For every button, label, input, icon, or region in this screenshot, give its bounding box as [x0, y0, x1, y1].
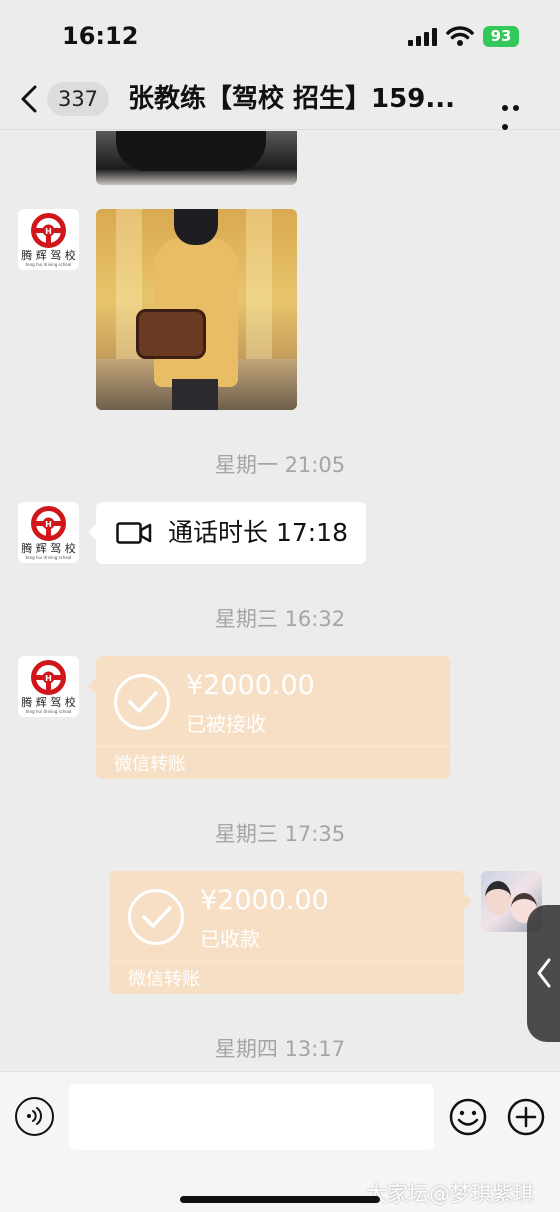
floating-edge-tab[interactable] [527, 905, 560, 1042]
chat-header: 337 张教练【驾校 招生】159... [0, 72, 560, 130]
wechat-transfer-bubble[interactable]: ¥2000.00 已被接收 微信转账 [88, 656, 450, 779]
transfer-amount: ¥2000.00 [200, 885, 329, 916]
video-camera-icon [116, 522, 152, 544]
chevron-left-icon [537, 958, 551, 988]
transfer-status: 已被接收 [186, 712, 266, 736]
svg-text:H: H [45, 520, 52, 529]
emoji-icon[interactable] [448, 1097, 488, 1137]
more-options-icon[interactable] [502, 96, 534, 130]
call-duration-text: 通话时长 17:18 [168, 518, 348, 547]
status-time: 16:12 [62, 22, 139, 50]
plus-icon[interactable] [506, 1097, 546, 1137]
wechat-transfer-bubble[interactable]: ¥2000.00 已收款 微信转账 [110, 871, 472, 994]
transfer-footer-label: 微信转账 [114, 754, 186, 775]
svg-text:H: H [45, 674, 52, 683]
divider [110, 961, 464, 962]
unread-count-badge[interactable]: 337 [47, 82, 109, 116]
transfer-footer-label: 微信转账 [128, 969, 200, 990]
cellular-signal-icon [408, 28, 437, 46]
contact-avatar[interactable]: H 腾 辉 驾 校 teng hui driving school [18, 502, 79, 563]
svg-text:H: H [45, 227, 52, 236]
logo-text: 腾 辉 驾 校 [21, 696, 76, 709]
message-timestamp: 星期一 21:05 [214, 453, 346, 477]
steering-wheel-logo-icon: H [31, 506, 66, 541]
logo-subtext: teng hui driving school [25, 709, 72, 714]
chat-title: 张教练【驾校 招生】159... [128, 84, 455, 114]
checkmark-circle-icon [128, 889, 184, 945]
divider [96, 746, 450, 747]
message-timestamp: 星期四 13:17 [214, 1037, 346, 1061]
logo-text: 腾 辉 驾 校 [21, 542, 76, 555]
message-timestamp: 星期三 17:35 [214, 822, 346, 846]
message-timestamp: 星期三 16:32 [214, 607, 346, 631]
steering-wheel-logo-icon: H [31, 660, 66, 695]
status-bar: 16:12 93 [0, 0, 560, 72]
input-bar: 大家坛@梦琪紫琪 [0, 1071, 560, 1212]
transfer-amount: ¥2000.00 [186, 670, 315, 701]
home-indicator[interactable] [180, 1196, 380, 1203]
contact-avatar[interactable]: H 腾 辉 驾 校 teng hui driving school [18, 209, 79, 270]
message-input[interactable] [69, 1084, 434, 1150]
voice-wave-icon [27, 1107, 42, 1125]
watermark-text: 大家坛@梦琪紫琪 [366, 1182, 534, 1206]
transfer-status: 已收款 [200, 927, 260, 951]
steering-wheel-logo-icon: H [31, 213, 66, 248]
back-chevron-icon[interactable] [18, 84, 42, 114]
logo-text: 腾 辉 驾 校 [21, 249, 76, 262]
logo-subtext: teng hui driving school [25, 262, 72, 267]
logo-subtext: teng hui driving school [25, 555, 72, 560]
battery-indicator: 93 [483, 26, 519, 47]
image-message[interactable] [96, 209, 297, 410]
wifi-icon [446, 26, 474, 46]
image-message-partial[interactable] [96, 131, 297, 185]
message-list[interactable]: H 腾 辉 驾 校 teng hui driving school 星期一 21… [0, 131, 560, 1071]
checkmark-circle-icon [114, 674, 170, 730]
contact-avatar[interactable]: H 腾 辉 驾 校 teng hui driving school [18, 656, 79, 717]
voice-input-button[interactable] [15, 1097, 54, 1136]
video-call-record-bubble[interactable]: 通话时长 17:18 [88, 502, 366, 564]
